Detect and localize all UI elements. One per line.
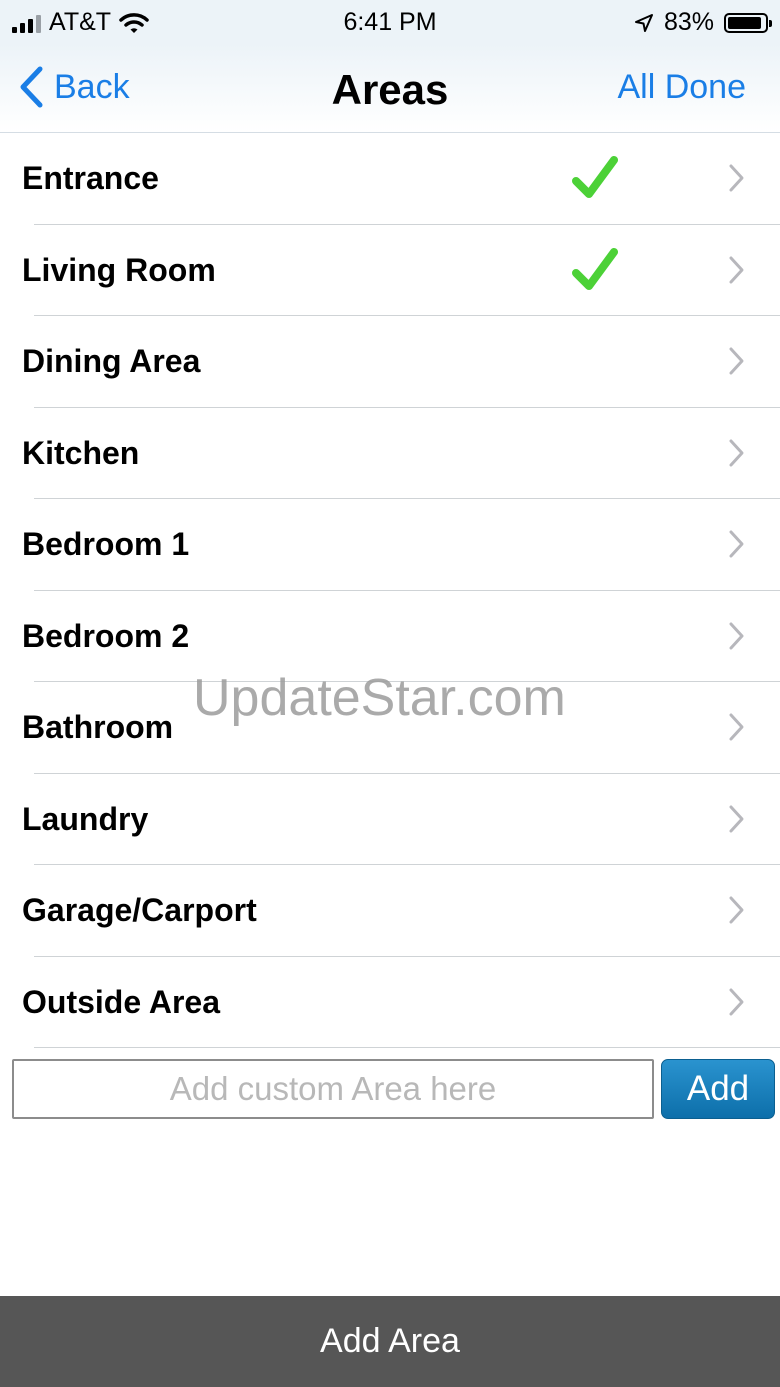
row-divider (34, 1047, 780, 1048)
area-row[interactable]: Dining Area (0, 316, 780, 408)
area-label: Garage/Carport (22, 892, 257, 928)
area-label: Kitchen (22, 434, 140, 471)
add-area-button[interactable]: Add Area (0, 1296, 780, 1387)
area-row[interactable]: Outside Area (0, 957, 780, 1048)
area-label: Outside Area (22, 983, 220, 1020)
area-row[interactable]: Garage/Carport (0, 865, 780, 957)
area-row[interactable]: Living Room (0, 225, 780, 316)
chevron-right-icon (729, 439, 744, 466)
area-label: Living Room (22, 251, 216, 288)
chevron-right-icon (729, 347, 744, 375)
area-label: Entrance (22, 160, 159, 196)
area-label: Laundry (22, 800, 149, 837)
checkmark-icon (572, 247, 618, 290)
checkmark-icon (572, 156, 618, 198)
status-right: 83% (634, 8, 772, 37)
custom-area-input[interactable] (12, 1059, 654, 1119)
battery-icon (724, 12, 772, 33)
area-row[interactable]: Bedroom 1 (0, 499, 780, 591)
chevron-right-icon (729, 530, 744, 558)
chevron-right-icon (729, 256, 744, 283)
chevron-right-icon (729, 713, 744, 741)
chevron-right-icon (729, 805, 744, 832)
chevron-right-icon (729, 164, 744, 192)
navigation-bar: Back Areas All Done (0, 44, 780, 133)
chevron-right-icon (729, 988, 744, 1015)
area-row[interactable]: Laundry (0, 774, 780, 865)
location-arrow-icon (634, 13, 653, 32)
battery-percent: 83% (663, 8, 714, 36)
area-list: Entrance Living Room Dining Area Kitchen Bed… (0, 133, 780, 1048)
all-done-button[interactable]: All Done (617, 68, 746, 107)
watermark: UpdateStar.com (193, 669, 566, 727)
area-row[interactable]: Kitchen (0, 408, 780, 499)
status-bar: AT&T 6:41 PM 83% (0, 0, 780, 44)
chevron-right-icon (729, 622, 744, 649)
chevron-right-icon (729, 896, 744, 924)
area-label: Bedroom 2 (22, 617, 190, 654)
add-button[interactable]: Add (661, 1059, 775, 1119)
area-label: Bedroom 1 (22, 526, 190, 562)
area-row[interactable]: Entrance (0, 133, 780, 225)
area-label: Bathroom (22, 709, 174, 745)
area-label: Dining Area (22, 343, 201, 379)
